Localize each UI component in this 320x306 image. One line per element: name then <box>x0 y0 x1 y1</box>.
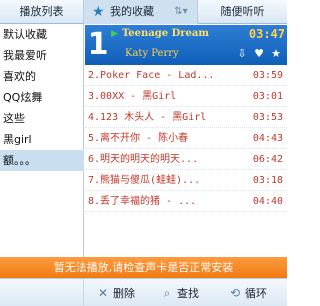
track-duration: 04:40 <box>252 196 283 207</box>
bottom-toolbar: ✕ 删除 ⌕ 查找 ⟲ 循环 <box>0 278 287 306</box>
track-title: 4.123 木头人 - 黑Girl <box>88 112 207 123</box>
status-message: 暂无法播放,请检查声卡是否正常安装 <box>0 257 287 278</box>
track-row[interactable]: 4.123 木头人 - 黑Girl 03:53 <box>85 107 287 128</box>
tab-playlist[interactable]: 播放列表 <box>0 0 84 24</box>
delete-x-icon: ✕ <box>97 286 109 300</box>
download-icon[interactable]: ⇩ <box>235 47 249 61</box>
favorites-star-icon: ★ <box>92 4 105 20</box>
sort-updown-icon[interactable]: ⇅▾ <box>170 4 192 20</box>
track-row[interactable]: 8.丢了幸福的猪 - ... 04:40 <box>85 191 287 212</box>
track-duration: 03:18 <box>252 175 283 186</box>
sidebar-item[interactable]: 我最爱听 <box>0 45 84 66</box>
play-icon: ▶ <box>111 29 118 39</box>
now-playing-time: 03:47 <box>248 27 285 41</box>
track-row[interactable]: 6.明天的明天的明天... 06:42 <box>85 149 287 170</box>
loop-icon: ⟲ <box>229 286 241 300</box>
track-row[interactable]: 7.熊猫与傻瓜(蛙蛙)... 03:18 <box>85 170 287 191</box>
tab-bar: 播放列表 ★ 我的收藏 ⇅▾ 随便听听 <box>0 0 287 24</box>
search-button[interactable]: ⌕ 查找 <box>159 285 199 301</box>
sidebar-item[interactable]: 默认收藏 <box>0 24 84 45</box>
track-title: 6.明天的明天的明天... <box>88 154 199 165</box>
delete-button[interactable]: ✕ 删除 <box>95 285 135 301</box>
track-duration: 03:53 <box>252 112 283 123</box>
track-row[interactable]: 3.00XX - 黑Girl 03:01 <box>85 86 287 107</box>
sidebar-item[interactable]: 这些 <box>0 108 84 129</box>
loop-label: 循环 <box>245 287 267 300</box>
track-duration: 03:59 <box>252 70 283 81</box>
track-duration: 06:42 <box>252 154 283 165</box>
track-title: 5.离不开你 - 陈小春 <box>88 133 189 144</box>
search-label: 查找 <box>177 287 199 300</box>
star-icon[interactable]: ★ <box>269 47 283 61</box>
track-duration: 03:01 <box>252 91 283 102</box>
toolbar-spacer <box>0 279 84 306</box>
sidebar-item[interactable]: QQ炫舞 <box>0 87 84 108</box>
track-title: 7.熊猫与傻瓜(蛙蛙)... <box>88 175 201 186</box>
loop-button[interactable]: ⟲ 循环 <box>227 285 267 301</box>
now-playing-title: Teenage Dream <box>122 28 209 39</box>
sidebar-item[interactable]: 喜欢的 <box>0 66 84 87</box>
now-playing-index: 1 <box>87 27 109 62</box>
tab-favorites-label: 我的收藏 <box>110 5 154 18</box>
tab-favorites[interactable]: ★ 我的收藏 ⇅▾ <box>84 0 198 24</box>
track-list: 2.Poker Face - Lad... 03:59 3.00XX - 黑Gi… <box>85 65 287 257</box>
now-playing[interactable]: 1 ▶ Teenage Dream 03:47 Katy Perry ⇩ ♥ ★ <box>85 25 287 65</box>
search-icon: ⌕ <box>163 286 171 300</box>
track-row[interactable]: 5.离不开你 - 陈小春 04:43 <box>85 128 287 149</box>
track-title: 8.丢了幸福的猪 - ... <box>88 196 197 207</box>
sidebar-item[interactable]: 黑girl <box>0 129 84 150</box>
track-row[interactable]: 2.Poker Face - Lad... 03:59 <box>85 65 287 86</box>
track-title: 3.00XX - 黑Girl <box>88 91 177 102</box>
heart-icon[interactable]: ♥ <box>252 47 266 61</box>
tab-radio[interactable]: 随便听听 <box>198 0 287 24</box>
track-title: 2.Poker Face - Lad... <box>88 70 215 81</box>
now-playing-artist: Katy Perry <box>125 48 179 59</box>
delete-label: 删除 <box>113 287 135 300</box>
sidebar-item-selected[interactable]: 额。。。 <box>0 150 84 171</box>
playlist-sidebar: 默认收藏 我最爱听 喜欢的 QQ炫舞 这些 黑girl 额。。。 <box>0 24 84 257</box>
track-duration: 04:43 <box>252 133 283 144</box>
